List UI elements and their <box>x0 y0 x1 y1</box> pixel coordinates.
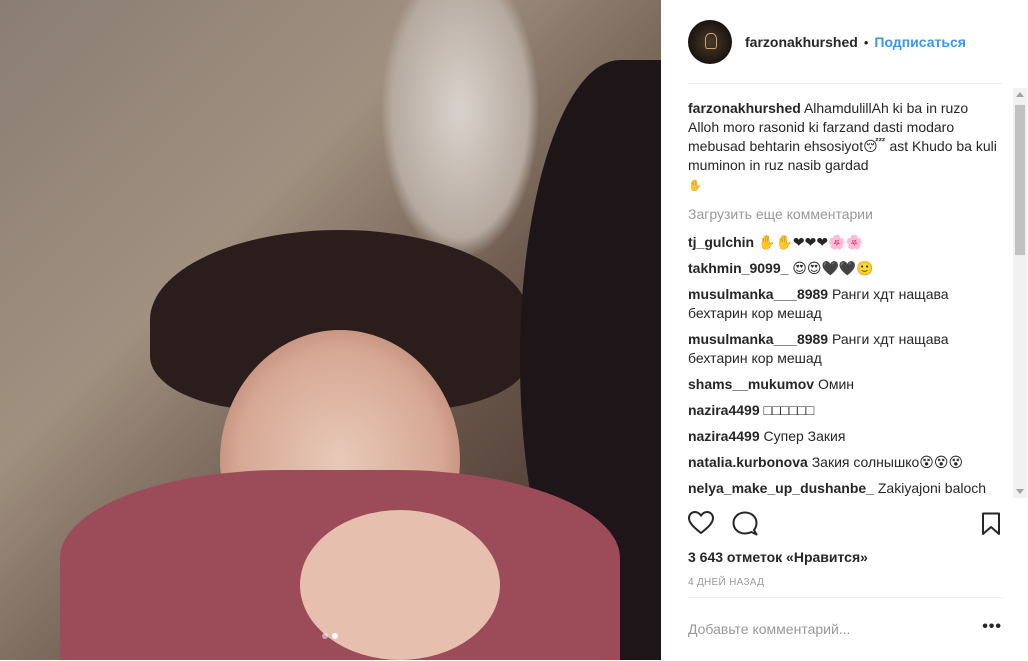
comment-username[interactable]: nelya_make_up_dushanbe_ <box>688 480 874 496</box>
comment-text: Закия солнышко😵😵😵 <box>811 454 964 470</box>
comment-item: nazira4499 Супер Закия <box>688 427 1000 446</box>
post-side-panel: farzonakhurshed • Подписаться farzonakhu… <box>661 0 1028 660</box>
carousel-dot <box>322 633 328 639</box>
comment-item: natalia.kurbonova Закия солнышко😵😵😵 <box>688 453 1000 472</box>
carousel-indicator <box>322 633 338 639</box>
post-actions <box>688 511 1002 541</box>
caption: farzonakhurshed AlhamdulillAh ki ba in r… <box>688 99 1000 196</box>
comment-username[interactable]: shams__mukumov <box>688 376 814 392</box>
comment-text: 😍😍🖤🖤🙂 <box>792 260 874 276</box>
bookmark-icon[interactable] <box>981 512 1001 536</box>
comment-username[interactable]: takhmin_9099_ <box>688 260 788 276</box>
comment-item: nazira4499 □□□□□□ <box>688 401 1000 420</box>
post-photo[interactable] <box>0 0 661 660</box>
comment-item: musulmanka___8989 Ранги хдт нащава бехта… <box>688 285 1000 323</box>
comment-username[interactable]: tj_gulchin <box>688 234 754 250</box>
comment-icon[interactable] <box>732 511 758 537</box>
comments-scrollbar[interactable] <box>1013 88 1027 498</box>
comment-username[interactable]: nazira4499 <box>688 402 760 418</box>
comment-text: Омин <box>817 376 855 392</box>
comment-username[interactable]: nazira4499 <box>688 428 760 444</box>
avatar[interactable] <box>688 20 732 64</box>
more-options-button[interactable]: ••• <box>982 618 1002 636</box>
comment-text: Супер Закия <box>763 428 846 444</box>
heart-icon[interactable] <box>688 511 714 535</box>
add-comment-bar: Добавьте комментарий... ••• <box>688 597 1002 661</box>
comment-item: takhmin_9099_ 😍😍🖤🖤🙂 <box>688 259 1000 278</box>
add-comment-input[interactable]: Добавьте комментарий... <box>688 621 850 637</box>
comments-list: farzonakhurshed AlhamdulillAh ki ba in r… <box>688 99 1000 499</box>
comment-text: □□□□□□ <box>763 402 815 418</box>
header-username[interactable]: farzonakhurshed <box>745 34 858 50</box>
post-header: farzonakhurshed • Подписаться <box>688 18 1002 84</box>
carousel-dot-active <box>332 633 338 639</box>
comment-username[interactable]: musulmanka___8989 <box>688 331 828 347</box>
hand-icon: ✋ <box>688 180 702 192</box>
comment-username[interactable]: musulmanka___8989 <box>688 286 828 302</box>
scroll-up-icon[interactable] <box>1016 92 1024 97</box>
likes-count[interactable]: 3 643 отметок «Нравится» <box>688 549 868 565</box>
comment-item: shams__mukumov Омин <box>688 375 1000 394</box>
photo-curtain <box>380 0 540 260</box>
comment-item: nelya_make_up_dushanbe_ Zakiyajoni baloc… <box>688 479 1000 499</box>
comment-item: tj_gulchin ✋✋❤❤❤🌸🌸 <box>688 233 1000 252</box>
comment-username[interactable]: natalia.kurbonova <box>688 454 808 470</box>
comment-item: musulmanka___8989 Ранги хдт нащава бехта… <box>688 330 1000 368</box>
comment-text: ✋✋❤❤❤🌸🌸 <box>758 234 863 250</box>
follow-button[interactable]: Подписаться <box>874 34 966 50</box>
header-separator: • <box>863 34 869 50</box>
caption-username[interactable]: farzonakhurshed <box>688 100 801 116</box>
load-more-comments-button[interactable]: Загрузить еще комментарии <box>688 205 1000 224</box>
scroll-down-icon[interactable] <box>1016 489 1024 494</box>
scrollbar-thumb[interactable] <box>1015 105 1025 255</box>
post-timestamp: 4 ДНЕЙ НАЗАД <box>688 577 765 588</box>
